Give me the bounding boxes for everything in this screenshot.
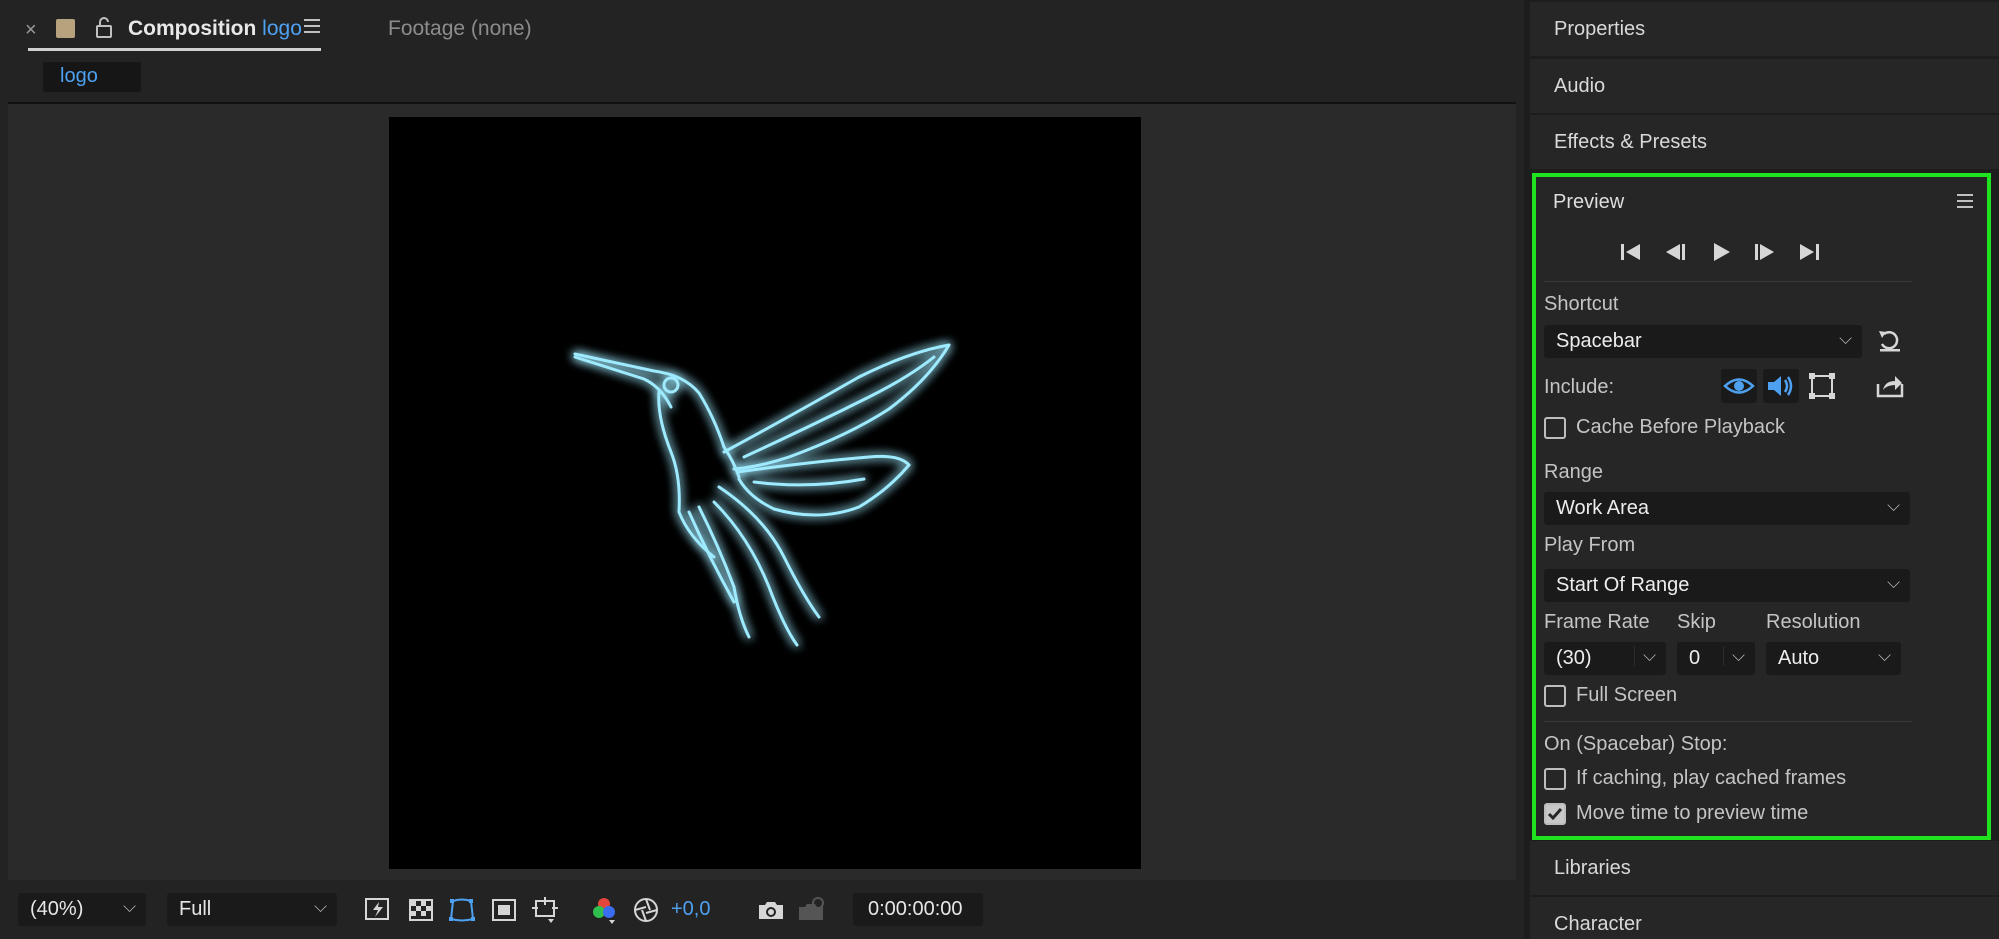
resolution-value: Auto xyxy=(1778,647,1820,669)
footage-tab[interactable]: Footage (none) xyxy=(388,17,532,41)
skip-dropdown[interactable]: 0 ⌵ xyxy=(1677,642,1755,675)
play-icon[interactable] xyxy=(1708,241,1734,268)
reset-shortcut-icon[interactable] xyxy=(1876,328,1904,359)
chevron-down-icon: ⌵ xyxy=(1839,329,1852,348)
exposure-value[interactable]: +0,0 xyxy=(671,898,710,921)
chevron-down-icon: ⌵ xyxy=(123,897,136,916)
character-panel-header[interactable]: Character xyxy=(1530,897,1999,939)
range-label: Range xyxy=(1544,461,1603,483)
divider xyxy=(1544,281,1912,282)
region-of-interest-icon[interactable] xyxy=(489,895,519,925)
panel-menu-icon[interactable] xyxy=(303,18,321,39)
full-screen-label: Full Screen xyxy=(1576,684,1678,706)
export-preview-icon[interactable] xyxy=(1875,372,1905,405)
range-dropdown[interactable]: Work Area ⌵ xyxy=(1544,492,1910,525)
on-stop-label: On (Spacebar) Stop: xyxy=(1544,733,1728,755)
skip-value: 0 xyxy=(1689,647,1701,669)
shortcut-value: Spacebar xyxy=(1556,330,1642,352)
audio-panel-header[interactable]: Audio xyxy=(1530,59,1999,113)
fast-previews-icon[interactable] xyxy=(363,895,393,925)
mask-path-visibility-icon[interactable] xyxy=(447,895,477,925)
hummingbird-artwork xyxy=(573,343,951,647)
composition-tab-bar: × Composition logo Footage (none) logo xyxy=(0,0,1524,92)
grid-guides-icon[interactable] xyxy=(530,895,560,925)
composition-tab-name: logo xyxy=(262,17,302,40)
lock-icon[interactable] xyxy=(94,16,114,43)
composition-breadcrumb[interactable]: logo xyxy=(43,62,141,92)
last-frame-icon[interactable] xyxy=(1796,241,1822,268)
include-video-eye-icon[interactable] xyxy=(1721,369,1757,403)
resolution-dropdown[interactable]: Full ⌵ xyxy=(167,893,337,926)
properties-panel-header[interactable]: Properties xyxy=(1530,2,1999,56)
zoom-dropdown[interactable]: (40%) ⌵ xyxy=(18,893,146,926)
effects-panel-title: Effects & Presets xyxy=(1554,131,1708,153)
shortcut-label: Shortcut xyxy=(1544,293,1619,315)
chevron-down-icon: ⌵ xyxy=(314,897,327,916)
resolution-value: Full xyxy=(179,898,212,920)
breadcrumb-label: logo xyxy=(60,65,98,87)
play-from-dropdown[interactable]: Start Of Range ⌵ xyxy=(1544,569,1910,602)
first-frame-icon[interactable] xyxy=(1618,241,1644,268)
move-time-label: Move time to preview time xyxy=(1576,802,1809,824)
range-value: Work Area xyxy=(1556,497,1649,519)
camera-snapshot-icon[interactable] xyxy=(756,895,786,925)
timecode-value: 0:00:00:00 xyxy=(868,898,963,920)
divider xyxy=(1544,721,1912,722)
close-tab-icon[interactable]: × xyxy=(25,19,37,42)
chevron-down-icon: ⌵ xyxy=(1887,573,1900,592)
cache-before-playback-checkbox[interactable] xyxy=(1544,417,1566,439)
play-cached-frames-label: If caching, play cached frames xyxy=(1576,767,1847,789)
composition-panel: × Composition logo Footage (none) logo (… xyxy=(0,0,1524,939)
composition-canvas[interactable] xyxy=(389,117,1141,869)
preview-panel-title: Preview xyxy=(1553,191,1625,213)
resolution-dropdown[interactable]: Auto ⌵ xyxy=(1766,642,1901,675)
properties-panel-title: Properties xyxy=(1554,18,1646,40)
zoom-value: (40%) xyxy=(30,898,84,920)
play-from-value: Start Of Range xyxy=(1556,574,1690,596)
include-label: Include: xyxy=(1544,376,1615,398)
effects-panel-header[interactable]: Effects & Presets xyxy=(1530,115,1999,169)
resolution-label: Resolution xyxy=(1766,611,1861,633)
reset-exposure-icon[interactable] xyxy=(631,895,661,925)
frame-rate-value: (30) xyxy=(1556,647,1592,669)
composition-tab-prefix: Composition xyxy=(128,17,257,40)
preview-panel: Preview Shortcut Spacebar ⌵ Include: Cac… xyxy=(1532,173,1991,840)
checkmark-icon xyxy=(1547,808,1563,821)
active-tab-underline xyxy=(28,48,321,51)
include-audio-speaker-icon[interactable] xyxy=(1763,369,1799,403)
frame-rate-label: Frame Rate xyxy=(1544,611,1650,633)
skip-label: Skip xyxy=(1677,611,1716,633)
label-color-swatch[interactable] xyxy=(56,19,75,38)
next-frame-icon[interactable] xyxy=(1752,241,1778,268)
include-overlays-icon[interactable] xyxy=(1806,370,1838,407)
cache-before-playback-label: Cache Before Playback xyxy=(1576,416,1786,438)
play-cached-frames-checkbox[interactable] xyxy=(1544,768,1566,790)
move-time-checkbox[interactable] xyxy=(1544,803,1566,825)
full-screen-checkbox[interactable] xyxy=(1544,685,1566,707)
chevron-down-icon: ⌵ xyxy=(1634,646,1656,666)
shortcut-dropdown[interactable]: Spacebar ⌵ xyxy=(1544,325,1862,358)
chevron-down-icon: ⌵ xyxy=(1723,646,1745,666)
transparency-grid-icon[interactable] xyxy=(406,895,436,925)
chevron-down-icon: ⌵ xyxy=(1878,646,1891,665)
composition-tab-title[interactable]: Composition logo xyxy=(128,17,302,41)
panel-menu-icon[interactable] xyxy=(1956,193,1974,214)
channel-rgb-icon[interactable] xyxy=(589,895,619,925)
frame-rate-dropdown[interactable]: (30) ⌵ xyxy=(1544,642,1666,675)
audio-panel-title: Audio xyxy=(1554,75,1606,97)
timecode-field[interactable]: 0:00:00:00 xyxy=(853,893,983,926)
character-panel-title: Character xyxy=(1554,913,1642,935)
play-from-label: Play From xyxy=(1544,534,1636,556)
previous-frame-icon[interactable] xyxy=(1662,241,1688,268)
libraries-panel-header[interactable]: Libraries xyxy=(1530,841,1999,895)
libraries-panel-title: Libraries xyxy=(1554,857,1631,879)
chevron-down-icon: ⌵ xyxy=(1887,496,1900,515)
show-snapshot-icon[interactable] xyxy=(796,895,826,925)
